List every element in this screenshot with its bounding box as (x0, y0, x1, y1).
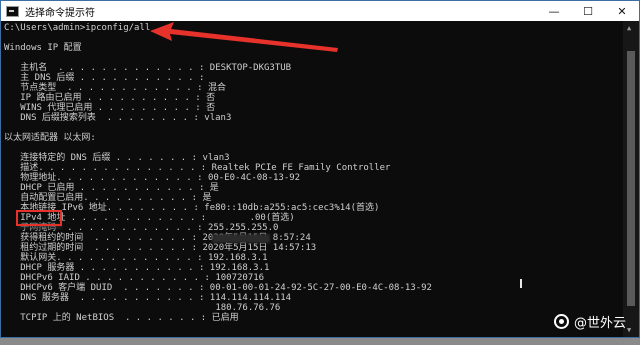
console-line: Windows IP 配置 (4, 43, 82, 53)
window-title: 选择命令提示符 (25, 7, 95, 19)
taskbar-strip (0, 338, 640, 345)
watermark-logo-icon (553, 314, 569, 329)
text-cursor (520, 279, 522, 288)
red-arrow-icon (150, 22, 338, 52)
console-output[interactable]: C:\Users\admin>ipconfig/all Windows IP 配… (4, 23, 622, 337)
console-line: DNS 后缀搜索列表 . . . . . . . . : vlan3 (4, 113, 232, 123)
scrollbar-thumb[interactable] (627, 51, 635, 306)
cmd-icon (6, 5, 19, 17)
watermark: @世外云 (553, 312, 626, 331)
redacted-ip-blur (212, 234, 270, 243)
console-line: TCPIP 上的 NetBIOS . . . . . . . : 已启用 (4, 313, 239, 323)
watermark-text: @世外云 (573, 316, 626, 331)
close-button[interactable]: ✕ (605, 1, 639, 21)
scroll-down-icon[interactable]: ▼ (627, 326, 631, 334)
maximize-button[interactable]: ☐ (571, 1, 605, 21)
scroll-up-icon[interactable]: ▲ (627, 24, 631, 32)
console-line: 以太网适配器 以太网: (4, 133, 96, 143)
minimize-button[interactable]: — (537, 1, 571, 21)
ipv4-highlight-box (16, 210, 62, 226)
console-line: C:\Users\admin>ipconfig/all (4, 23, 151, 33)
vertical-scrollbar[interactable]: ▲ ▼ (623, 21, 639, 337)
